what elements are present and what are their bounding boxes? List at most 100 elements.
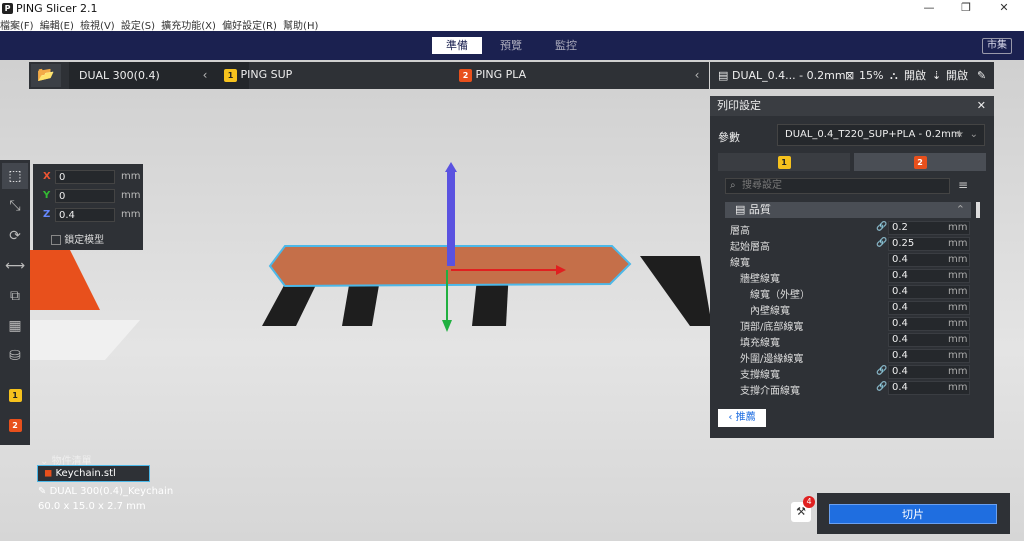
setting-label: 起始層高 (730, 242, 770, 253)
extruder1-badge: 1 (224, 68, 237, 82)
menu-icon[interactable]: ≡ (958, 178, 968, 192)
chevron-left-icon[interactable]: ‹ (199, 62, 211, 89)
profile-label: 參數 (718, 131, 740, 144)
minimize-button[interactable]: — (915, 1, 943, 16)
slice-button[interactable]: 切片 (829, 504, 997, 524)
print-setup-summary[interactable]: ▤ DUAL_0.4... - 0.2mm ⊠ 15% ⛬ 開啟 ⇣ 開啟 ✎ (710, 62, 994, 89)
setting-label: 支撐介面線寬 (740, 386, 800, 397)
cylinder-icon[interactable]: ⛁ (2, 343, 28, 369)
support-value: 開啟 (904, 69, 926, 82)
chevron-up-icon: ⌃ (955, 203, 965, 216)
tab-prepare[interactable]: 準備 (432, 37, 482, 54)
settings-list: 層高 🔗 0.2 mm 起始層高 🔗 0.25 mm 線寬 0.4 mm 牆壁線寬 0.4 mm 線寬（外壁… (710, 220, 994, 400)
stage-nav: 準備 預覽 監控 市集 (0, 31, 1024, 60)
recommended-button[interactable]: ‹ 推薦 (718, 409, 766, 427)
close-icon[interactable]: ✕ (977, 96, 986, 116)
x-input[interactable] (55, 170, 115, 184)
print-toolbar: 📂 DUAL 300(0.4) ‹ 1 PING SUP 2 PING PLA … (29, 62, 709, 89)
tab-extruder1[interactable]: 1 (718, 153, 850, 171)
print-settings-panel: 列印設定 ✕ 參數 DUAL_0.4_T220_SUP+PLA - 0.2mm … (710, 96, 994, 438)
chevron-down-icon: ⌄ (969, 129, 978, 140)
setting-label: 外圍/邊緣線寬 (740, 354, 804, 365)
tab-extruder2[interactable]: 2 (854, 153, 986, 171)
object-icon: ◼ (44, 468, 53, 479)
setting-row: 線寬 0.4 mm (710, 252, 980, 269)
link-icon: 🔗 (876, 382, 888, 392)
setting-unit: mm (948, 222, 968, 233)
profile-icon: ▤ (718, 69, 729, 82)
setting-row: 牆壁線寬 0.4 mm (710, 268, 980, 285)
setting-unit: mm (948, 382, 968, 393)
per-model-settings-icon[interactable]: ⧉ (2, 283, 28, 309)
menu-bar: 檔案(F) 編輯(E) 檢視(V) 設定(S) 擴充功能(X) 偏好設定(R) … (0, 17, 1024, 32)
setting-unit: mm (948, 302, 968, 313)
setting-label: 線寬 (730, 258, 750, 269)
open-file-button[interactable]: 📂 (31, 64, 61, 87)
support-blocker-icon[interactable]: ▦ (2, 313, 28, 339)
setting-row: 層高 🔗 0.2 mm (710, 220, 980, 237)
setting-unit: mm (948, 366, 968, 377)
edit-icon[interactable]: ✎ (977, 62, 986, 89)
marketplace-button[interactable]: 市集 (982, 38, 1012, 54)
extruder2-assign-icon[interactable]: 2 (2, 412, 28, 438)
extruder1-label: PING SUP (240, 68, 293, 81)
profile-dropdown[interactable]: DUAL_0.4_T220_SUP+PLA - 0.2mm ★ ⌄ (777, 124, 985, 146)
extruder1-assign-icon[interactable]: 1 (2, 382, 28, 408)
restore-button[interactable]: ❐ (952, 1, 980, 16)
chevron-left-icon[interactable]: ‹ (691, 62, 703, 89)
category-quality[interactable]: ▤ 品質 ⌃ (725, 202, 971, 218)
chevron-left-icon: ‹ (728, 412, 733, 423)
rotate-tool-icon[interactable]: ⟳ (2, 223, 28, 249)
close-window-button[interactable]: ✕ (990, 1, 1018, 16)
setting-row: 填充線寬 0.4 mm (710, 332, 980, 349)
adhesion-icon: ⇣ (932, 69, 942, 82)
setting-row: 支撐介面線寬 🔗 0.4 mm (710, 380, 980, 397)
tab-monitor[interactable]: 監控 (541, 37, 591, 54)
printer-selector[interactable]: DUAL 300(0.4) (69, 62, 249, 89)
extruder2-selector[interactable]: 2 PING PLA (459, 68, 526, 82)
panel-header: 列印設定 ✕ (710, 96, 994, 116)
move-tool-icon[interactable]: ⬚ (2, 163, 28, 189)
mirror-tool-icon[interactable]: ⟷ (2, 253, 28, 279)
setting-label: 支撐線寬 (740, 370, 780, 381)
link-icon: 🔗 (876, 238, 888, 248)
z-axis-handle (447, 172, 455, 266)
link-icon: 🔗 (876, 366, 888, 376)
fix-count-badge: 4 (803, 496, 815, 508)
link-icon: 🔗 (876, 222, 888, 232)
object-dims: 60.0 x 15.0 x 2.7 mm (38, 501, 146, 512)
plate-letter-n2 (640, 256, 712, 326)
infill-icon: ⊠ (845, 69, 855, 82)
setting-unit: mm (948, 350, 968, 361)
setting-label: 層高 (730, 226, 750, 237)
setting-unit: mm (948, 270, 968, 281)
window-title: PING Slicer 2.1 (16, 2, 98, 15)
star-icon: ★ (955, 129, 964, 140)
z-input[interactable] (55, 208, 115, 222)
lock-model-checkbox[interactable]: 鎖定模型 (51, 231, 104, 246)
extruder2-badge: 2 (459, 68, 472, 82)
tab-preview[interactable]: 預覽 (486, 37, 536, 54)
y-input[interactable] (55, 189, 115, 203)
scale-tool-icon[interactable]: ⤡ (2, 193, 28, 219)
adhesion-value: 開啟 (946, 69, 968, 82)
left-toolbar: ⬚ ⤡ ⟳ ⟷ ⧉ ▦ ⛁ 1 2 (0, 160, 30, 445)
setting-unit: mm (948, 318, 968, 329)
setting-label: 線寬（外壁） (750, 290, 810, 301)
plate-logo-shape (30, 250, 100, 310)
object-item[interactable]: ◼ Keychain.stl (37, 465, 150, 482)
setting-row: 起始層高 🔗 0.25 mm (710, 236, 980, 253)
panel-title: 列印設定 (717, 99, 761, 112)
extruder1-selector[interactable]: 1 PING SUP (224, 68, 292, 82)
folder-icon: 📂 (37, 67, 55, 83)
scrollbar-thumb[interactable] (976, 202, 980, 218)
quality-icon: ▤ (735, 203, 746, 216)
settings-search-input[interactable]: ⌕ 搜尋設定 (725, 178, 950, 194)
search-icon: ⌕ (730, 180, 736, 191)
lock-model-label: 鎖定模型 (64, 235, 105, 246)
setting-unit: mm (948, 334, 968, 345)
setting-label: 牆壁線寬 (740, 274, 780, 285)
object-meta: ✎ DUAL 300(0.4)_Keychain (38, 486, 174, 497)
setting-unit: mm (948, 286, 968, 297)
setting-label: 填充線寬 (740, 338, 780, 349)
